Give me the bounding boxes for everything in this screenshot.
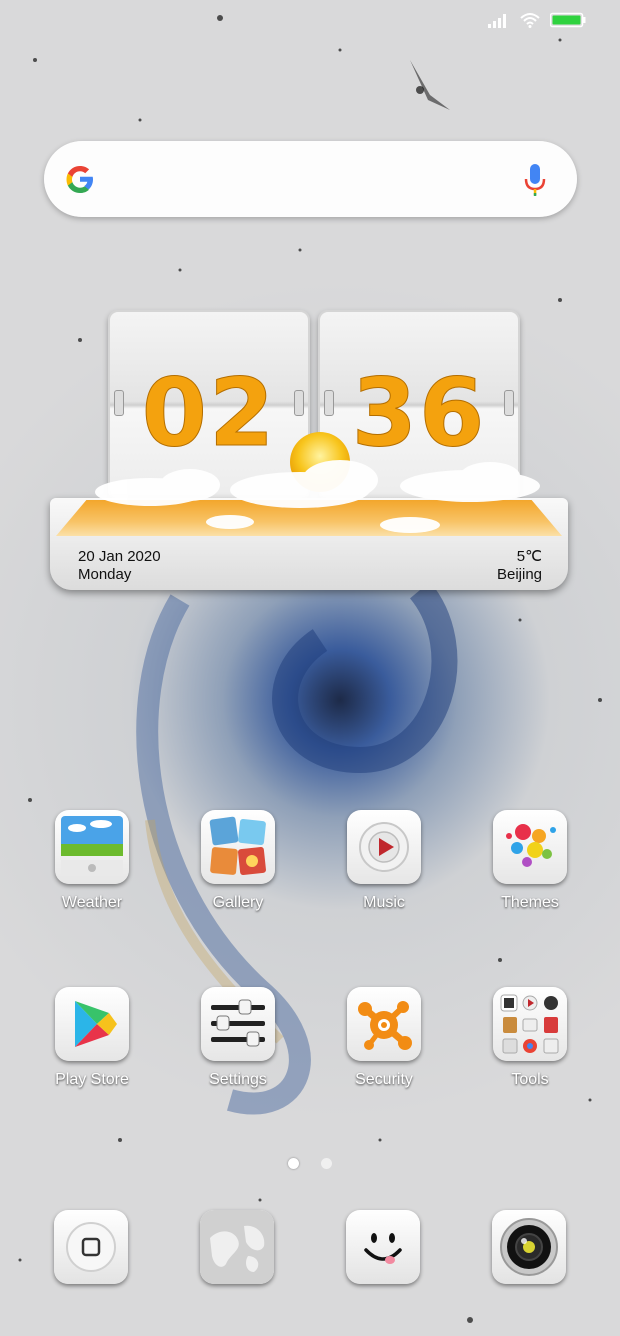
temperature-text: 5℃ <box>516 548 542 565</box>
paint-splash-icon <box>493 810 567 884</box>
weekday-text: Monday <box>78 566 132 583</box>
google-g-icon <box>66 166 93 193</box>
dock-camera[interactable] <box>492 1210 566 1284</box>
dock-home-button[interactable] <box>54 1210 128 1284</box>
city-text: Beijing <box>496 566 542 583</box>
app-label: Weather <box>61 894 123 911</box>
app-tools[interactable]: Tools <box>475 987 585 1089</box>
app-label: Music <box>363 894 405 911</box>
microphone-icon[interactable] <box>523 162 547 198</box>
hinge-left <box>114 390 124 416</box>
play-disc-icon <box>347 810 421 884</box>
page-dot-1[interactable] <box>288 1158 299 1169</box>
app-weather[interactable]: Weather <box>37 810 147 912</box>
globe-map-icon <box>200 1210 274 1284</box>
app-label: Security <box>355 1071 413 1088</box>
app-themes[interactable]: Themes <box>475 810 585 912</box>
home-square-icon <box>66 1222 116 1272</box>
dock-browser[interactable] <box>200 1210 274 1284</box>
clock-weather-widget[interactable]: 02 36 20 Jan 2020 Monday 5℃ Beijing <box>50 310 570 592</box>
app-label: Tools <box>511 1071 549 1088</box>
app-play-store[interactable]: Play Store <box>37 987 147 1089</box>
app-label: Play Store <box>55 1071 129 1088</box>
weather-landscape-icon <box>55 810 129 884</box>
app-music[interactable]: Music <box>329 810 439 912</box>
sliders-icon <box>201 987 275 1061</box>
tools-folder-icon <box>493 987 567 1061</box>
signal-bars-icon <box>488 14 506 28</box>
photo-collage-icon <box>201 810 275 884</box>
page-indicator[interactable] <box>288 1158 332 1169</box>
hinge-right <box>294 390 304 416</box>
app-label: Settings <box>209 1071 267 1088</box>
play-triangle-icon <box>55 987 129 1061</box>
app-settings[interactable]: Settings <box>183 987 293 1089</box>
app-security[interactable]: Security <box>329 987 439 1089</box>
sun-behind-clouds-icon <box>95 432 540 533</box>
dock-messenger[interactable] <box>346 1210 420 1284</box>
page-dot-2[interactable] <box>321 1158 332 1169</box>
battery-icon <box>550 12 586 28</box>
camera-lens-icon <box>500 1218 558 1276</box>
smiley-face-icon <box>364 1233 402 1264</box>
app-gallery[interactable]: Gallery <box>183 810 293 912</box>
home-screen: 02 36 20 Jan 2020 Monday 5℃ Beijing Weat… <box>0 0 620 1336</box>
status-bar <box>488 12 586 28</box>
avast-icon <box>347 987 421 1061</box>
hinge-right <box>504 390 514 416</box>
app-label: Themes <box>501 894 559 911</box>
google-search-bar[interactable] <box>44 141 577 217</box>
date-text: 20 Jan 2020 <box>78 548 161 565</box>
hinge-left <box>324 390 334 416</box>
app-label: Gallery <box>212 894 264 911</box>
widget-info: 20 Jan 2020 Monday 5℃ Beijing <box>50 548 568 588</box>
wifi-icon <box>520 13 540 28</box>
